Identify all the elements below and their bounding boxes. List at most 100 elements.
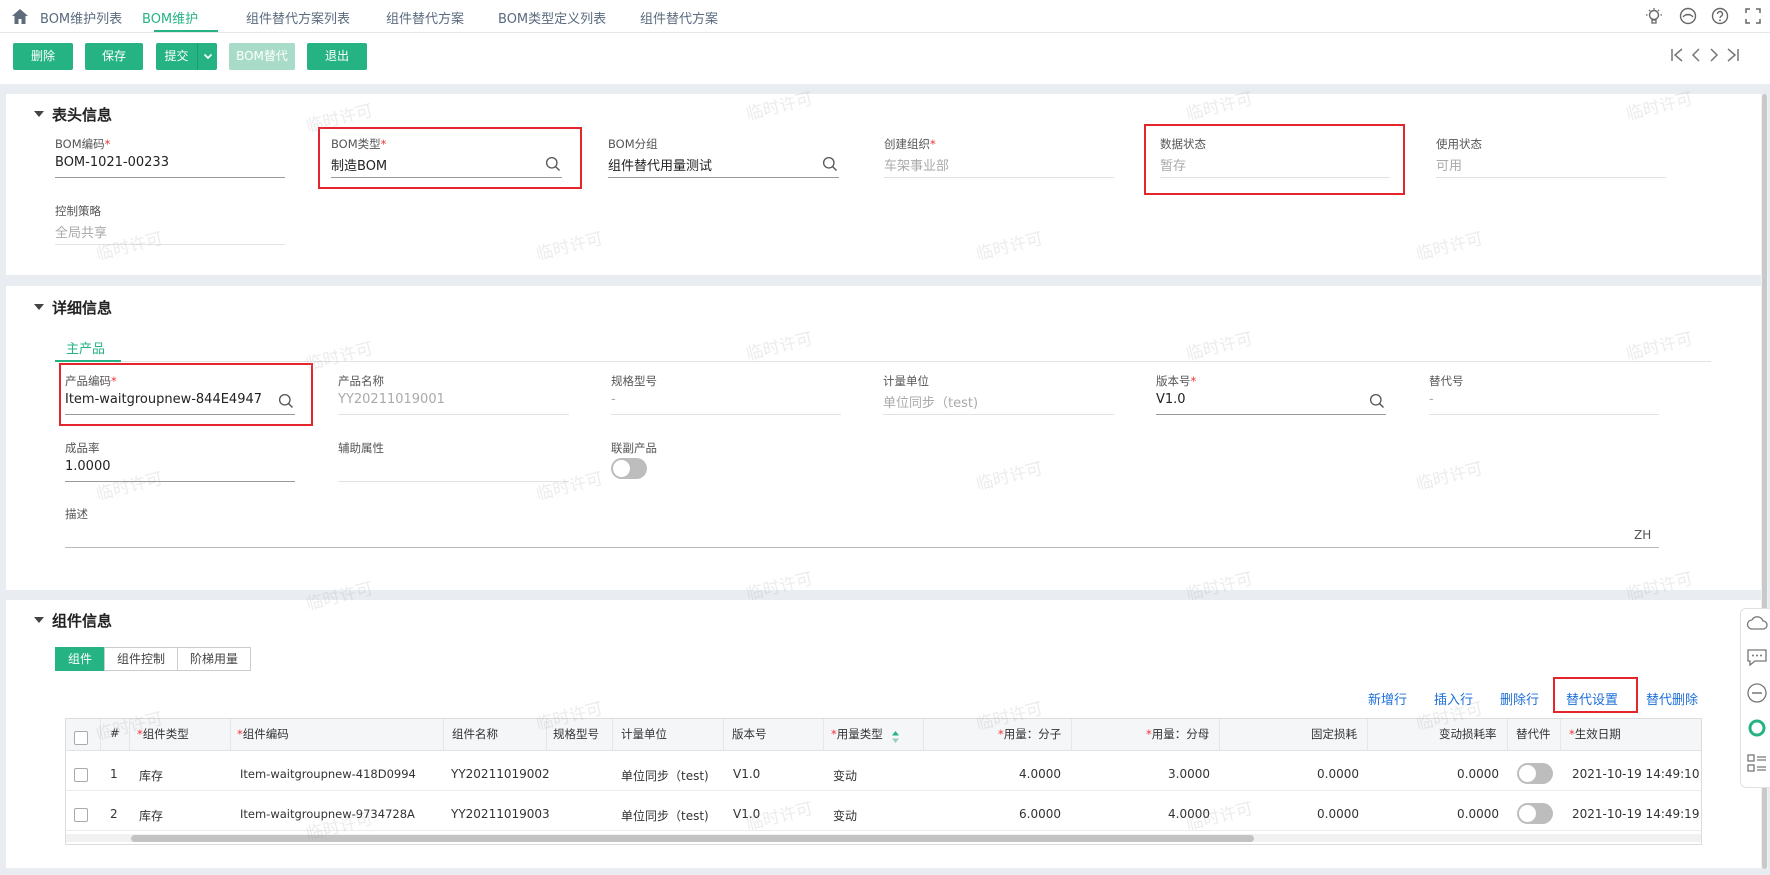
status-ring-icon[interactable] xyxy=(1746,717,1768,739)
first-record-icon[interactable] xyxy=(1670,47,1684,63)
unit-value: 单位同步（test) xyxy=(883,396,979,411)
row-unit: 单位同步（test) xyxy=(621,769,709,783)
tab-components[interactable]: 组件 xyxy=(55,647,105,671)
col-sep xyxy=(1560,719,1561,751)
active-detail-tab-underline xyxy=(55,360,121,362)
tab-bom-list[interactable]: BOM维护列表 xyxy=(40,8,122,27)
collapse-caret-icon[interactable] xyxy=(34,111,44,117)
row-code[interactable]: Item-waitgroupnew-418D0994 xyxy=(240,767,416,781)
minus-circle-icon[interactable] xyxy=(1746,682,1768,704)
collapse-caret-icon[interactable] xyxy=(34,617,44,623)
search-icon[interactable] xyxy=(1369,393,1385,409)
home-icon[interactable] xyxy=(11,8,29,25)
tab-bom-maintain[interactable]: BOM维护 xyxy=(142,8,198,27)
row-checkbox[interactable] xyxy=(74,768,88,782)
col-header-unit[interactable]: 计量单位 xyxy=(621,726,667,742)
row-version[interactable]: V1.0 xyxy=(733,807,760,821)
add-row-link[interactable]: 新增行 xyxy=(1368,689,1407,708)
yield-rate-value[interactable]: 1.0000 xyxy=(65,459,111,474)
row-usage-type[interactable]: 变动 xyxy=(833,767,857,784)
tab-main-product[interactable]: 主产品 xyxy=(66,338,105,357)
row-substitute-toggle[interactable] xyxy=(1517,763,1553,784)
substitute-delete-link[interactable]: 替代删除 xyxy=(1646,689,1698,708)
row-usage-type[interactable]: 变动 xyxy=(833,807,857,824)
tab-substitute-plan-list[interactable]: 组件替代方案列表 xyxy=(246,8,350,27)
col-header-effective-date[interactable]: *生效日期 xyxy=(1569,726,1621,742)
col-header-fixed-loss[interactable]: 固定损耗 xyxy=(1311,726,1357,742)
row-numerator[interactable]: 4.0000 xyxy=(923,767,1061,781)
bom-substitute-button[interactable]: BOM替代 xyxy=(229,43,295,70)
bom-code-value[interactable]: BOM-1021-00233 xyxy=(55,155,169,170)
col-header-code[interactable]: *组件编码 xyxy=(237,726,289,742)
col-sep xyxy=(546,719,547,751)
row-denominator[interactable]: 4.0000 xyxy=(1071,807,1210,821)
sort-icon[interactable] xyxy=(891,730,900,744)
table-scrollbar-thumb[interactable] xyxy=(131,835,1254,842)
cloud-icon[interactable] xyxy=(1746,614,1768,632)
save-button[interactable]: 保存 xyxy=(85,43,143,70)
next-record-icon[interactable] xyxy=(1708,47,1720,63)
col-header-type[interactable]: *组件类型 xyxy=(137,726,189,742)
tab-component-control[interactable]: 组件控制 xyxy=(104,647,178,671)
chat-icon[interactable] xyxy=(1746,647,1768,667)
col-header-variable-loss[interactable]: 变动损耗率 xyxy=(1439,726,1497,742)
search-icon[interactable] xyxy=(822,156,838,172)
spec-label: 规格型号 xyxy=(611,374,657,388)
top-tab-bar: BOM维护列表 BOM维护 组件替代方案列表 组件替代方案 BOM类型定义列表 … xyxy=(0,0,1770,33)
tab-bom-type-list[interactable]: BOM类型定义列表 xyxy=(498,8,606,27)
row-no: 2 xyxy=(110,807,118,821)
tab-substitute-plan-2[interactable]: 组件替代方案 xyxy=(640,8,718,27)
row-variable-loss[interactable]: 0.0000 xyxy=(1367,807,1499,821)
submit-dropdown-button[interactable] xyxy=(197,43,217,70)
col-header-denominator[interactable]: *用量：分母 xyxy=(1146,726,1209,742)
prev-record-icon[interactable] xyxy=(1690,47,1702,63)
version-value[interactable]: V1.0 xyxy=(1156,392,1186,407)
bulb-icon[interactable] xyxy=(1645,7,1663,25)
delete-button[interactable]: 删除 xyxy=(13,43,73,70)
delete-row-link[interactable]: 删除行 xyxy=(1500,689,1539,708)
col-header-numerator[interactable]: *用量：分子 xyxy=(998,726,1061,742)
bom-group-value[interactable]: 组件替代用量测试 xyxy=(608,155,712,174)
language-indicator[interactable]: ZH xyxy=(1634,528,1651,542)
help-icon[interactable] xyxy=(1711,7,1729,25)
row-denominator[interactable]: 3.0000 xyxy=(1071,767,1210,781)
col-header-usage-type[interactable]: *用量类型 xyxy=(831,726,883,742)
aux-attr-field[interactable] xyxy=(338,481,569,482)
row-substitute-toggle[interactable] xyxy=(1517,803,1553,824)
co-product-toggle[interactable] xyxy=(611,458,647,479)
row-type[interactable]: 库存 xyxy=(139,807,163,824)
list-icon[interactable] xyxy=(1746,752,1768,774)
create-org-label: 创建组织* xyxy=(884,137,936,151)
row-version[interactable]: V1.0 xyxy=(733,767,760,781)
exit-button[interactable]: 退出 xyxy=(307,43,367,70)
header-section-title: 表头信息 xyxy=(52,106,113,124)
user-circle-icon[interactable] xyxy=(1679,7,1697,25)
highlight-box xyxy=(59,363,313,426)
col-header-name[interactable]: 组件名称 xyxy=(452,726,498,742)
row-numerator[interactable]: 6.0000 xyxy=(923,807,1061,821)
col-header-version[interactable]: 版本号 xyxy=(732,726,767,742)
yield-rate-underline xyxy=(65,481,295,482)
col-header-spec[interactable]: 规格型号 xyxy=(553,726,599,742)
row-fixed-loss[interactable]: 0.0000 xyxy=(1219,807,1359,821)
last-record-icon[interactable] xyxy=(1726,47,1740,63)
row-code[interactable]: Item-waitgroupnew-9734728A xyxy=(240,807,415,821)
insert-row-link[interactable]: 插入行 xyxy=(1434,689,1473,708)
row-fixed-loss[interactable]: 0.0000 xyxy=(1219,767,1359,781)
tab-substitute-plan[interactable]: 组件替代方案 xyxy=(386,8,464,27)
row-checkbox[interactable] xyxy=(74,808,88,822)
col-header-substitute[interactable]: 替代件 xyxy=(1516,726,1551,742)
submit-button[interactable]: 提交 xyxy=(156,43,197,70)
row-effective-date[interactable]: 2021-10-19 14:49:10 xyxy=(1572,767,1699,781)
row-type[interactable]: 库存 xyxy=(139,767,163,784)
create-org-underline xyxy=(884,177,1114,178)
description-field[interactable] xyxy=(65,547,1659,548)
collapse-caret-icon[interactable] xyxy=(34,304,44,310)
select-all-checkbox[interactable] xyxy=(74,731,88,745)
substitute-no-underline xyxy=(1429,414,1659,415)
row-variable-loss[interactable]: 0.0000 xyxy=(1367,767,1499,781)
tab-tier-usage[interactable]: 阶梯用量 xyxy=(177,647,251,671)
row-effective-date[interactable]: 2021-10-19 14:49:19 xyxy=(1572,807,1699,821)
bom-code-underline xyxy=(55,177,285,178)
fullscreen-icon[interactable] xyxy=(1744,7,1762,25)
